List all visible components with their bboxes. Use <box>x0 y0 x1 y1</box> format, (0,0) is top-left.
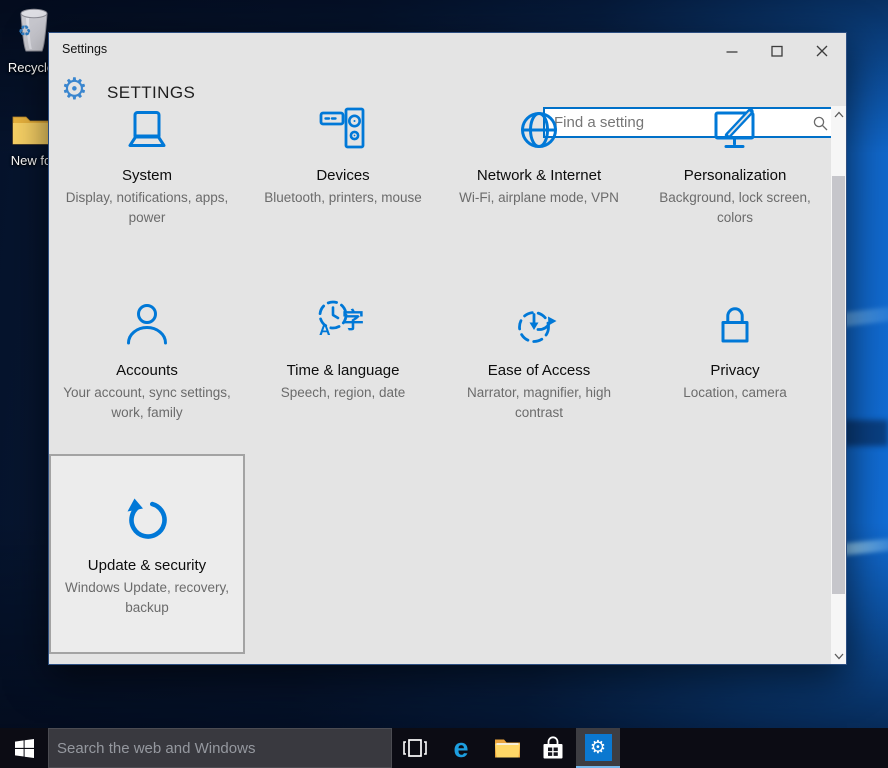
chevron-up-icon <box>834 111 844 118</box>
settings-app-tile: ⚙ <box>585 734 612 761</box>
tile-title: Time & language <box>287 362 400 380</box>
tile-update-security[interactable]: Update & security Windows Update, recove… <box>49 454 245 654</box>
store-icon <box>540 735 566 761</box>
maximize-button[interactable] <box>760 37 794 65</box>
ease-of-access-icon <box>515 301 563 349</box>
tile-subtitle: Display, notifications, apps, power <box>61 188 233 228</box>
taskbar-search-input[interactable] <box>49 729 391 767</box>
settings-taskbar-button[interactable]: ⚙ <box>576 728 620 768</box>
scrollbar-thumb[interactable] <box>832 176 845 594</box>
refresh-icon <box>122 494 172 544</box>
tile-title: Privacy <box>710 362 759 380</box>
tile-title: Ease of Access <box>488 362 591 380</box>
settings-window: Settings ⚙ SETTINGS <box>48 32 847 665</box>
edge-icon: e <box>453 735 468 762</box>
scrollbar[interactable] <box>831 106 846 664</box>
windows-logo-icon <box>15 739 34 758</box>
tile-privacy[interactable]: Privacy Location, camera <box>637 259 833 459</box>
close-button[interactable] <box>805 37 839 65</box>
store-button[interactable] <box>530 728 576 768</box>
tile-time-language[interactable]: A 字 Time & language Speech, region, date <box>245 259 441 459</box>
tile-subtitle: Background, lock screen, colors <box>649 188 821 228</box>
globe-icon <box>515 106 563 154</box>
tile-ease-of-access[interactable]: Ease of Access Narrator, magnifier, high… <box>441 259 637 459</box>
start-button[interactable] <box>0 728 48 768</box>
minimize-icon <box>725 44 739 58</box>
tile-devices[interactable]: Devices Bluetooth, printers, mouse <box>245 64 441 264</box>
tile-subtitle: Location, camera <box>683 383 787 403</box>
tile-title: Personalization <box>684 167 787 185</box>
laptop-icon <box>123 106 171 154</box>
tile-title: Devices <box>316 167 369 185</box>
task-view-button[interactable] <box>392 728 438 768</box>
tile-title: System <box>122 167 172 185</box>
cjk-glyph: 字 <box>342 303 364 335</box>
gear-icon: ⚙ <box>590 738 606 756</box>
lock-icon <box>711 301 759 349</box>
scroll-down-button[interactable] <box>831 648 846 664</box>
maximize-icon <box>770 44 784 58</box>
clock-language-icon: A 字 <box>319 301 367 349</box>
tile-personalization[interactable]: Personalization Background, lock screen,… <box>637 64 833 264</box>
task-view-icon <box>400 737 430 759</box>
tile-title: Accounts <box>116 362 178 380</box>
tile-system[interactable]: System Display, notifications, apps, pow… <box>49 64 245 264</box>
tile-subtitle: Your account, sync settings, work, famil… <box>61 383 233 423</box>
taskbar: e ⚙ <box>0 728 888 768</box>
recycle-symbol-icon: ♻ <box>18 22 31 40</box>
taskbar-searchbox[interactable] <box>48 728 392 768</box>
close-icon <box>815 44 829 58</box>
tile-subtitle: Bluetooth, printers, mouse <box>264 188 422 208</box>
scroll-up-button[interactable] <box>831 106 846 122</box>
window-title: Settings <box>62 42 107 56</box>
tile-subtitle: Wi-Fi, airplane mode, VPN <box>459 188 619 208</box>
tile-accounts[interactable]: Accounts Your account, sync settings, wo… <box>49 259 245 459</box>
folder-icon <box>11 112 51 146</box>
file-explorer-icon <box>494 737 521 759</box>
minimize-button[interactable] <box>715 37 749 65</box>
devices-icon <box>319 106 367 154</box>
person-icon <box>123 301 171 349</box>
tile-title: Update & security <box>88 557 206 575</box>
tile-network-internet[interactable]: Network & Internet Wi-Fi, airplane mode,… <box>441 64 637 264</box>
monitor-pen-icon <box>711 106 759 154</box>
tile-title: Network & Internet <box>477 167 601 185</box>
file-explorer-button[interactable] <box>484 728 530 768</box>
letter-a-glyph: A <box>319 322 331 340</box>
tile-subtitle: Windows Update, recovery, backup <box>61 578 233 618</box>
tile-subtitle: Speech, region, date <box>281 383 406 403</box>
edge-button[interactable]: e <box>438 728 484 768</box>
chevron-down-icon <box>834 653 844 660</box>
tile-subtitle: Narrator, magnifier, high contrast <box>453 383 625 423</box>
